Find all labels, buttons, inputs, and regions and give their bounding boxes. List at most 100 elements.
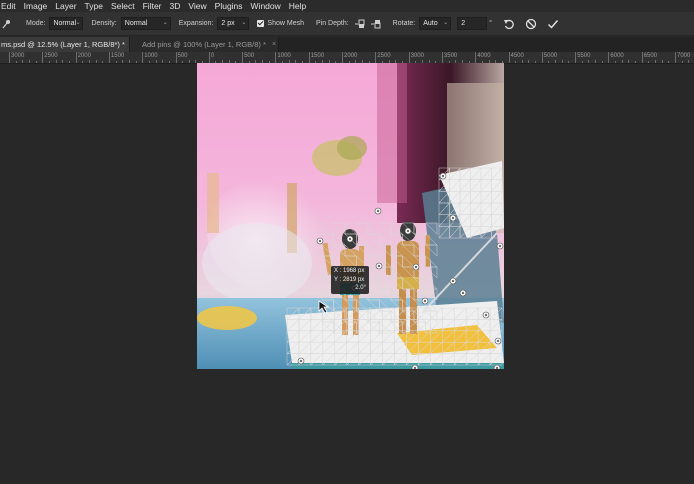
ruler-tick: [508, 52, 510, 63]
ruler-subtick: [122, 60, 124, 63]
puppet-pin-tool-icon[interactable]: [2, 19, 12, 29]
ruler-tick: [541, 52, 543, 63]
ruler-subtick: [621, 60, 623, 63]
ruler-subtick: [561, 60, 563, 63]
ruler-subtick: [668, 61, 670, 63]
ruler-label: 2500: [377, 53, 391, 59]
pin-forward-icon[interactable]: [354, 18, 367, 30]
menu-edit[interactable]: Edit: [0, 0, 20, 12]
pin-backward-icon[interactable]: [370, 18, 383, 30]
ruler-subtick: [661, 60, 663, 63]
ruler-subtick: [115, 61, 117, 63]
ruler-subtick: [182, 61, 184, 63]
menu-type[interactable]: Type: [81, 0, 107, 12]
ruler-label: 500: [244, 53, 255, 59]
ruler-label: 7000: [677, 53, 691, 59]
ruler-label: 4500: [510, 53, 524, 59]
document-canvas[interactable]: [197, 63, 504, 369]
cursor-arrow-icon: [318, 300, 330, 314]
ruler-tick: [575, 52, 577, 63]
ruler-subtick: [128, 60, 130, 63]
ruler-tick: [441, 52, 443, 63]
warp-pin-center: [349, 238, 351, 240]
ruler-label: 2000: [77, 53, 91, 59]
menu-plugins[interactable]: Plugins: [211, 0, 247, 12]
ruler-subtick: [102, 61, 104, 63]
ruler-subtick: [548, 61, 550, 63]
ruler-subtick: [135, 61, 137, 63]
density-label: Density:: [91, 20, 117, 27]
chevron-down-icon: ⌄: [443, 20, 449, 26]
ruler-subtick: [148, 61, 150, 63]
menu-bar: Edit Image Layer Type Select Filter 3D V…: [0, 0, 694, 12]
tab-add-pins[interactable]: Add pins @ 100% (Layer 1, RGB/8) * ×: [130, 37, 279, 52]
reset-pins-icon[interactable]: [502, 17, 516, 31]
expansion-input[interactable]: 2 px ⌄: [217, 17, 250, 30]
warp-pin-center: [414, 367, 416, 369]
ruler-tick: [142, 52, 144, 63]
ruler-label: 1000: [277, 53, 291, 59]
ruler-tick: [675, 52, 676, 63]
menu-window[interactable]: Window: [247, 0, 285, 12]
warp-pin-center: [300, 360, 302, 362]
ruler-tick: [275, 52, 277, 63]
menu-view[interactable]: View: [184, 0, 210, 12]
tooltip-y: Y : 2819 px: [334, 276, 365, 283]
menu-select[interactable]: Select: [107, 0, 139, 12]
mode-select[interactable]: Normal ⌄: [49, 17, 84, 30]
mode-value: Normal: [53, 20, 77, 27]
warp-pin-center: [407, 230, 409, 232]
show-mesh-checkbox[interactable]: [257, 20, 265, 27]
ruler-label: 1000: [144, 53, 158, 59]
close-icon[interactable]: ×: [272, 37, 276, 52]
ruler-subtick: [515, 61, 517, 63]
ruler-tick: [308, 52, 310, 63]
document-tabs: ms.psd @ 12.5% (Layer 1, RGB/8*) * × Add…: [0, 37, 694, 52]
ruler-subtick: [588, 60, 590, 63]
ruler-tick: [408, 52, 410, 63]
ruler-subtick: [155, 60, 157, 63]
menu-image[interactable]: Image: [20, 0, 52, 12]
ruler-label: 5000: [543, 53, 558, 59]
cancel-icon[interactable]: [524, 17, 538, 31]
ruler-subtick: [521, 60, 523, 63]
ruler-label: 4000: [477, 53, 491, 59]
ruler-label: 6000: [610, 53, 624, 59]
tooltip-x: X : 1968 px: [334, 268, 365, 274]
ruler-subtick: [528, 60, 530, 63]
ruler-subtick: [95, 60, 97, 63]
warp-pin-center: [424, 300, 426, 302]
rotate-degrees-input[interactable]: 2: [457, 17, 488, 30]
rotate-label: Rotate:: [392, 20, 416, 27]
rotate-value: Auto: [423, 20, 438, 27]
ruler-subtick: [62, 60, 64, 63]
ruler-subtick: [168, 61, 170, 63]
ruler-tick: [108, 52, 110, 63]
pin-depth-label: Pin Depth:: [315, 20, 349, 27]
chevron-down-icon: ⌄: [162, 20, 168, 26]
ruler-tick: [208, 52, 210, 63]
rotate-select[interactable]: Auto ⌄: [419, 17, 452, 30]
ruler-subtick: [48, 61, 50, 63]
ruler-label: 3000: [410, 53, 424, 59]
coordinate-tooltip: X : 1968 px Y : 2819 px 2.0°: [331, 266, 369, 294]
commit-check-icon[interactable]: [546, 17, 560, 31]
warp-pin-center: [378, 265, 380, 267]
tab-ms-psd[interactable]: ms.psd @ 12.5% (Layer 1, RGB/8*) * ×: [0, 37, 135, 52]
menu-layer[interactable]: Layer: [51, 0, 80, 12]
ruler-tick: [375, 52, 377, 63]
expansion-label: Expansion:: [178, 20, 214, 27]
menu-filter[interactable]: Filter: [139, 0, 166, 12]
warp-pin-center: [377, 210, 379, 212]
menu-help[interactable]: Help: [285, 0, 310, 12]
ruler-subtick: [681, 61, 683, 63]
ruler-label: 6500: [643, 53, 658, 59]
tooltip-angle: 2.0°: [355, 285, 366, 291]
menu-3d[interactable]: 3D: [166, 0, 185, 12]
ruler-subtick: [648, 61, 650, 63]
warp-pin-center: [497, 340, 499, 342]
ruler-label: 1500: [310, 53, 325, 59]
warp-pin-center: [452, 217, 454, 219]
density-select[interactable]: Normal ⌄: [120, 17, 171, 30]
ruler-tick: [242, 52, 244, 63]
